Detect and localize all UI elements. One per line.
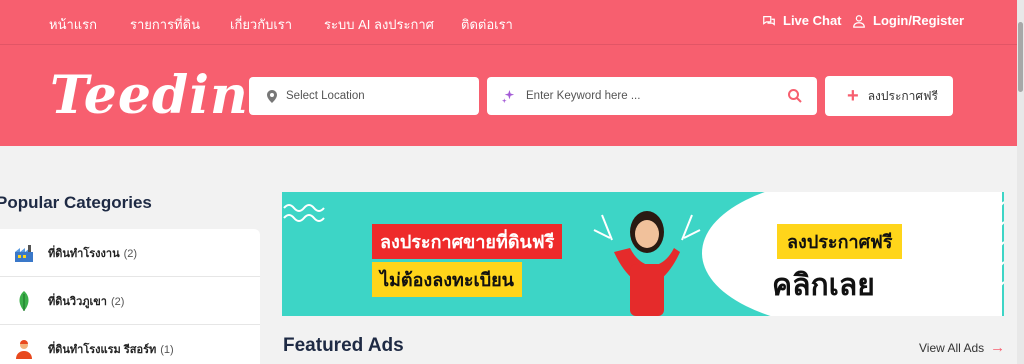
stripe-decoration [963, 192, 1004, 316]
keyword-placeholder: Enter Keyword here ... [526, 90, 641, 102]
user-icon [853, 14, 865, 28]
wave-decoration [283, 204, 325, 222]
banner-cta-click: คลิกเลย [772, 269, 875, 302]
login-register-label: Login/Register [873, 13, 965, 28]
post-free-button[interactable]: + ลงประกาศฟรี [825, 76, 953, 116]
live-chat-label: Live Chat [783, 13, 842, 28]
sparkle-icon [501, 89, 515, 103]
top-navigation: หน้าแรก รายการที่ดิน เกี่ยวกับเรา ระบบ A… [0, 0, 1017, 45]
nav-about-link[interactable]: เกี่ยวกับเรา [230, 14, 292, 35]
promo-banner[interactable]: ลงประกาศขายที่ดินฟรี ไม่ต้องลงทะเบียน ลง… [282, 192, 1004, 316]
banner-person-image [593, 211, 701, 316]
nav-listings-link[interactable]: รายการที่ดิน [130, 14, 200, 35]
view-all-ads-link[interactable]: View All Ads → [919, 339, 1005, 356]
category-label: ที่ดินวิวภูเขา (2) [48, 295, 125, 308]
search-header: Teedin Select Location Enter Keyword her… [0, 45, 1017, 146]
post-free-label: ลงประกาศฟรี [867, 88, 938, 103]
banner-subheadline: ไม่ต้องลงทะเบียน [372, 262, 522, 297]
banner-cta-post-free: ลงประกาศฟรี [777, 224, 903, 259]
arrow-right-icon: → [990, 339, 1006, 356]
category-item-hotel-resort[interactable]: ที่ดินทำโรงแรม รีสอร์ท (1) [0, 325, 260, 364]
banner-headline: ลงประกาศขายที่ดินฟรี [372, 224, 563, 259]
location-placeholder: Select Location [286, 90, 365, 102]
view-all-ads-label: View All Ads [919, 340, 985, 355]
scrollbar-thumb[interactable] [1018, 22, 1023, 92]
category-item-factory[interactable]: ที่ดินทำโรงงาน (2) [0, 229, 260, 277]
category-label: ที่ดินทำโรงงาน (2) [48, 247, 138, 260]
location-pin-icon [267, 89, 277, 103]
search-icon[interactable] [787, 88, 803, 104]
login-register-button[interactable]: Login/Register [852, 13, 964, 28]
leaf-icon [19, 290, 29, 311]
live-chat-button[interactable]: Live Chat [762, 13, 842, 28]
popular-categories-title: Popular Categories [0, 193, 152, 212]
categories-panel: ที่ดินทำโรงงาน (2) ที่ดินวิวภูเขา (2) ที่ด… [0, 229, 260, 364]
keyword-search-input[interactable]: Enter Keyword here ... [487, 77, 817, 115]
chat-icon [763, 15, 775, 26]
receptionist-icon [16, 339, 32, 359]
location-select[interactable]: Select Location [249, 77, 479, 115]
plus-icon: + [847, 85, 859, 107]
page-scrollbar[interactable] [1017, 0, 1024, 364]
category-label: ที่ดินทำโรงแรม รีสอร์ท (1) [48, 343, 174, 356]
featured-ads-title: Featured Ads [283, 335, 404, 356]
site-logo[interactable]: Teedin [50, 67, 249, 125]
category-item-mountain-view[interactable]: ที่ดินวิวภูเขา (2) [0, 277, 260, 325]
nav-ai-post-link[interactable]: ระบบ AI ลงประกาศ [324, 14, 434, 35]
nav-contact-link[interactable]: ติดต่อเรา [461, 14, 513, 35]
factory-icon [15, 244, 33, 262]
nav-home-link[interactable]: หน้าแรก [49, 14, 97, 35]
